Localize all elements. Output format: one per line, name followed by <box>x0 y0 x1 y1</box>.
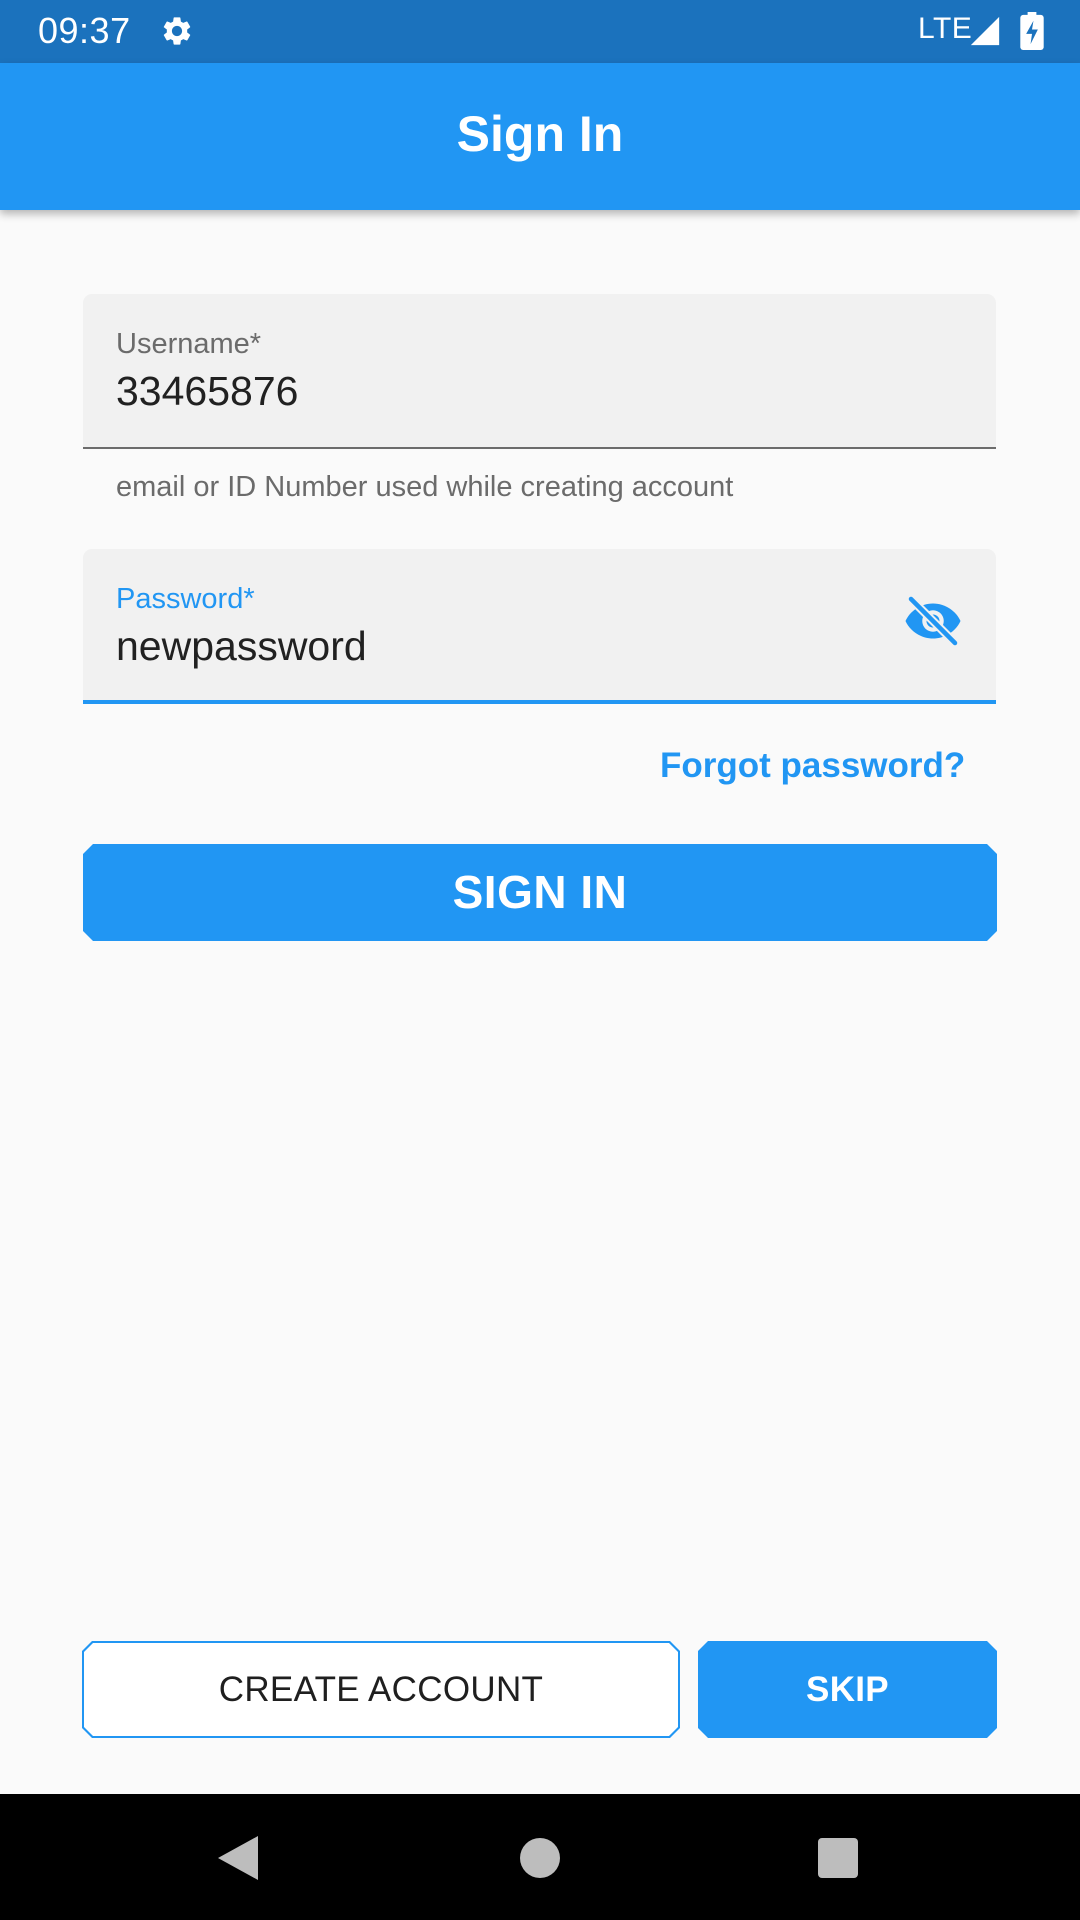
eye-off-icon[interactable] <box>903 591 963 651</box>
password-label: Password* <box>116 583 255 615</box>
recents-icon[interactable] <box>818 1838 858 1878</box>
settings-gear-icon <box>163 17 191 45</box>
create-account-label: CREATE ACCOUNT <box>84 1643 678 1736</box>
status-time: 09:37 <box>38 10 131 51</box>
network-type: LTE <box>918 12 973 45</box>
page-title: Sign In <box>456 106 624 162</box>
back-icon[interactable] <box>216 1834 260 1882</box>
forgot-password-link[interactable]: Forgot password? <box>660 746 965 786</box>
username-field[interactable]: Username* 33465876 <box>83 294 996 449</box>
sign-in-button[interactable]: SIGN IN <box>83 844 997 941</box>
password-field[interactable]: Password* newpassword <box>83 549 996 704</box>
skip-button[interactable]: SKIP <box>698 1641 997 1738</box>
username-input[interactable]: 33465876 <box>116 368 298 415</box>
home-icon[interactable] <box>520 1838 560 1878</box>
username-label: Username* <box>116 328 262 360</box>
create-account-button[interactable]: CREATE ACCOUNT <box>82 1641 680 1738</box>
username-helper-text: email or ID Number used while creating a… <box>116 471 734 503</box>
app-bar: Sign In <box>0 63 1080 210</box>
signal-icon <box>970 16 1000 46</box>
battery-charging-icon <box>1020 12 1044 50</box>
status-bar: 09:37 LTE <box>0 0 1080 63</box>
password-input[interactable]: newpassword <box>116 623 367 670</box>
